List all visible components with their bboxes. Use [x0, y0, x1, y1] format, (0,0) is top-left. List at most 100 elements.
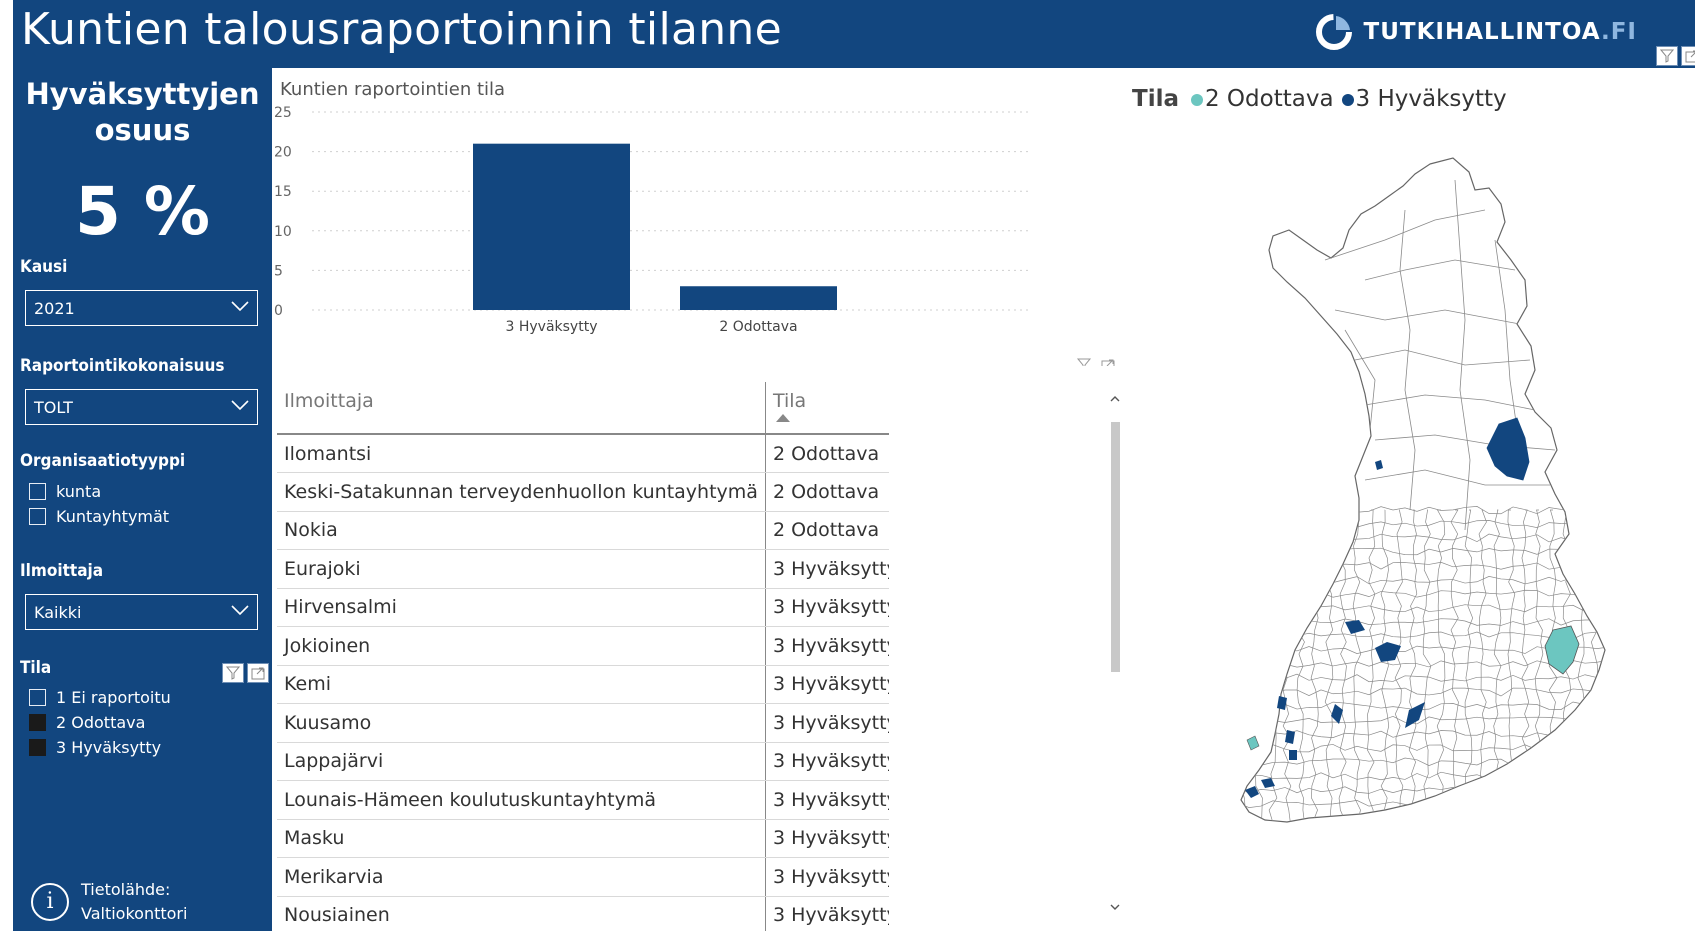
legend-title: Tila — [1132, 86, 1179, 112]
y-tick-label: 15 — [274, 184, 292, 200]
table-row[interactable]: Kuusamo 3 Hyväksytty — [277, 703, 889, 743]
ilmoittaja-dropdown[interactable]: Kaikki — [25, 594, 258, 630]
checkbox-label: 2 Odottava — [56, 713, 146, 732]
filter-icon[interactable] — [222, 663, 244, 683]
column-header-ilmoittaja[interactable]: Ilmoittaja — [277, 382, 766, 435]
table-row[interactable]: Hirvensalmi 3 Hyväksytty — [277, 588, 889, 627]
cell-tila: 3 Hyväksytty — [765, 665, 889, 704]
y-tick-label: 5 — [274, 263, 283, 279]
bar-odottava[interactable] — [680, 286, 837, 310]
chevron-down-icon — [231, 400, 249, 411]
cell-ilmoittaja: Kuusamo — [277, 703, 766, 743]
bar-hyvaksytty[interactable] — [473, 143, 630, 310]
x-category-label: 2 Odottava — [719, 319, 797, 335]
table-row[interactable]: Nokia 2 Odottava — [277, 511, 889, 550]
y-tick-label: 0 — [274, 303, 283, 319]
cell-ilmoittaja: Hirvensalmi — [277, 588, 766, 627]
finland-map[interactable] — [1225, 150, 1635, 910]
checkbox-label: Kuntayhtymät — [56, 507, 170, 526]
ilmoittaja-label: Ilmoittaja — [20, 561, 104, 581]
checkbox-label: 1 Ei raportoitu — [56, 688, 171, 707]
reporting-table: Ilmoittaja Tila Ilomantsi 2 Odottava Keski… — [277, 382, 889, 931]
cell-ilmoittaja: Kemi — [277, 665, 766, 704]
cell-tila: 3 Hyväksytty — [765, 780, 889, 820]
organisaatiotyyppi-label: Organisaatiotyyppi — [20, 451, 186, 471]
info-icon[interactable]: i — [31, 883, 69, 921]
cell-ilmoittaja: Nokia — [277, 511, 766, 550]
cell-tila: 3 Hyväksytty — [765, 742, 889, 781]
ilmoittaja-value: Kaikki — [34, 602, 82, 622]
table-row[interactable]: Ilomantsi 2 Odottava — [277, 434, 889, 473]
scroll-down-icon[interactable] — [1108, 900, 1122, 914]
logo: TUTKIHALLINTOA.FI — [1314, 12, 1637, 52]
focus-mode-icon[interactable] — [247, 663, 269, 683]
checkbox-kunta[interactable]: kunta — [29, 482, 101, 501]
focus-mode-icon[interactable] — [1681, 46, 1695, 66]
municipality-keski-satakunta[interactable] — [1289, 750, 1297, 760]
legend-dot — [1190, 94, 1203, 106]
checkbox-kuntayhtymat[interactable]: Kuntayhtymät — [29, 507, 169, 526]
checkbox-box[interactable] — [29, 689, 46, 706]
table-row[interactable]: Eurajoki 3 Hyväksytty — [277, 549, 889, 589]
data-source-text: Tietolähde: Valtiokonttori — [81, 880, 188, 923]
cell-ilmoittaja: Keski-Satakunnan terveydenhuollon kuntay… — [277, 472, 766, 512]
raportointikokonaisuus-dropdown[interactable]: TOLT — [25, 389, 258, 425]
cell-ilmoittaja: Eurajoki — [277, 549, 766, 589]
checkbox-hyvaksytty[interactable]: 3 Hyväksytty — [29, 738, 161, 757]
cell-tila: 3 Hyväksytty — [765, 703, 889, 743]
map-legend: Tila 2 Odottava 3 Hyväksytty — [1132, 86, 1507, 112]
checkbox-ei-raportoitu[interactable]: 1 Ei raportoitu — [29, 688, 171, 707]
checkbox-box[interactable] — [29, 483, 46, 500]
checkbox-box[interactable] — [29, 714, 46, 731]
column-header-tila[interactable]: Tila — [765, 382, 889, 435]
cell-tila: 2 Odottava — [765, 434, 889, 473]
legend-item-hyvaksytty[interactable]: 3 Hyväksytty — [1341, 86, 1507, 112]
kausi-dropdown[interactable]: 2021 — [25, 290, 258, 326]
cell-ilmoittaja: Nousiainen — [277, 896, 766, 931]
cell-ilmoittaja: Merikarvia — [277, 857, 766, 897]
table-row[interactable]: Jokioinen 3 Hyväksytty — [277, 626, 889, 666]
x-category-label: 3 Hyväksytty — [506, 319, 598, 335]
table-row[interactable]: Masku 3 Hyväksytty — [277, 819, 889, 858]
legend-dot — [1341, 94, 1354, 106]
focus-mode-icon[interactable] — [1101, 359, 1115, 366]
table-row[interactable]: Merikarvia 3 Hyväksytty — [277, 857, 889, 897]
table-row[interactable]: Kemi 3 Hyväksytty — [277, 665, 889, 704]
sort-ascending-icon — [775, 414, 790, 422]
cell-tila: 3 Hyväksytty — [765, 819, 889, 858]
chevron-down-icon — [231, 301, 249, 312]
scroll-thumb[interactable] — [1111, 422, 1120, 672]
legend-item-odottava[interactable]: 2 Odottava — [1190, 86, 1334, 112]
cell-ilmoittaja: Masku — [277, 819, 766, 858]
y-tick-label: 25 — [274, 106, 292, 121]
checkbox-odottava[interactable]: 2 Odottava — [29, 713, 145, 732]
filter-sidebar: Hyväksyttyjen osuus 5 % Kausi 2021 Rapor… — [13, 68, 272, 931]
chevron-down-icon — [231, 605, 249, 616]
filter-icon[interactable] — [1076, 358, 1092, 366]
checkbox-label: kunta — [56, 482, 102, 501]
cell-tila: 3 Hyväksytty — [765, 626, 889, 666]
kausi-label: Kausi — [20, 257, 68, 277]
table-row[interactable]: Nousiainen 3 Hyväksytty — [277, 896, 889, 931]
checkbox-box[interactable] — [29, 508, 46, 525]
cell-tila: 2 Odottava — [765, 472, 889, 512]
cell-ilmoittaja: Jokioinen — [277, 626, 766, 666]
checkbox-label: 3 Hyväksytty — [56, 738, 162, 757]
table-row[interactable]: Lounais-Hämeen koulutuskuntayhtymä 3 Hyvä… — [277, 780, 889, 820]
table-row[interactable]: Lappajärvi 3 Hyväksytty — [277, 742, 889, 781]
report-header: Kuntien talousraportoinnin tilanne TUTKI… — [13, 0, 1695, 68]
cell-ilmoittaja: Ilomantsi — [277, 434, 766, 473]
table-row[interactable]: Keski-Satakunnan terveydenhuollon kuntay… — [277, 472, 889, 512]
raportointikokonaisuus-label: Raportointikokonaisuus — [20, 356, 225, 376]
table-scrollbar[interactable] — [1108, 392, 1122, 914]
municipality-border — [1241, 509, 1250, 822]
cell-ilmoittaja: Lounais-Hämeen koulutuskuntayhtymä — [277, 780, 766, 820]
checkbox-box[interactable] — [29, 739, 46, 756]
filter-icon[interactable] — [1656, 46, 1678, 66]
municipality-nokia[interactable] — [1246, 735, 1260, 751]
cell-ilmoittaja: Lappajärvi — [277, 742, 766, 781]
cell-tila: 3 Hyväksytty — [765, 857, 889, 897]
raportointikokonaisuus-value: TOLT — [34, 397, 73, 417]
y-tick-label: 20 — [274, 145, 292, 161]
scroll-up-icon[interactable] — [1108, 392, 1122, 406]
